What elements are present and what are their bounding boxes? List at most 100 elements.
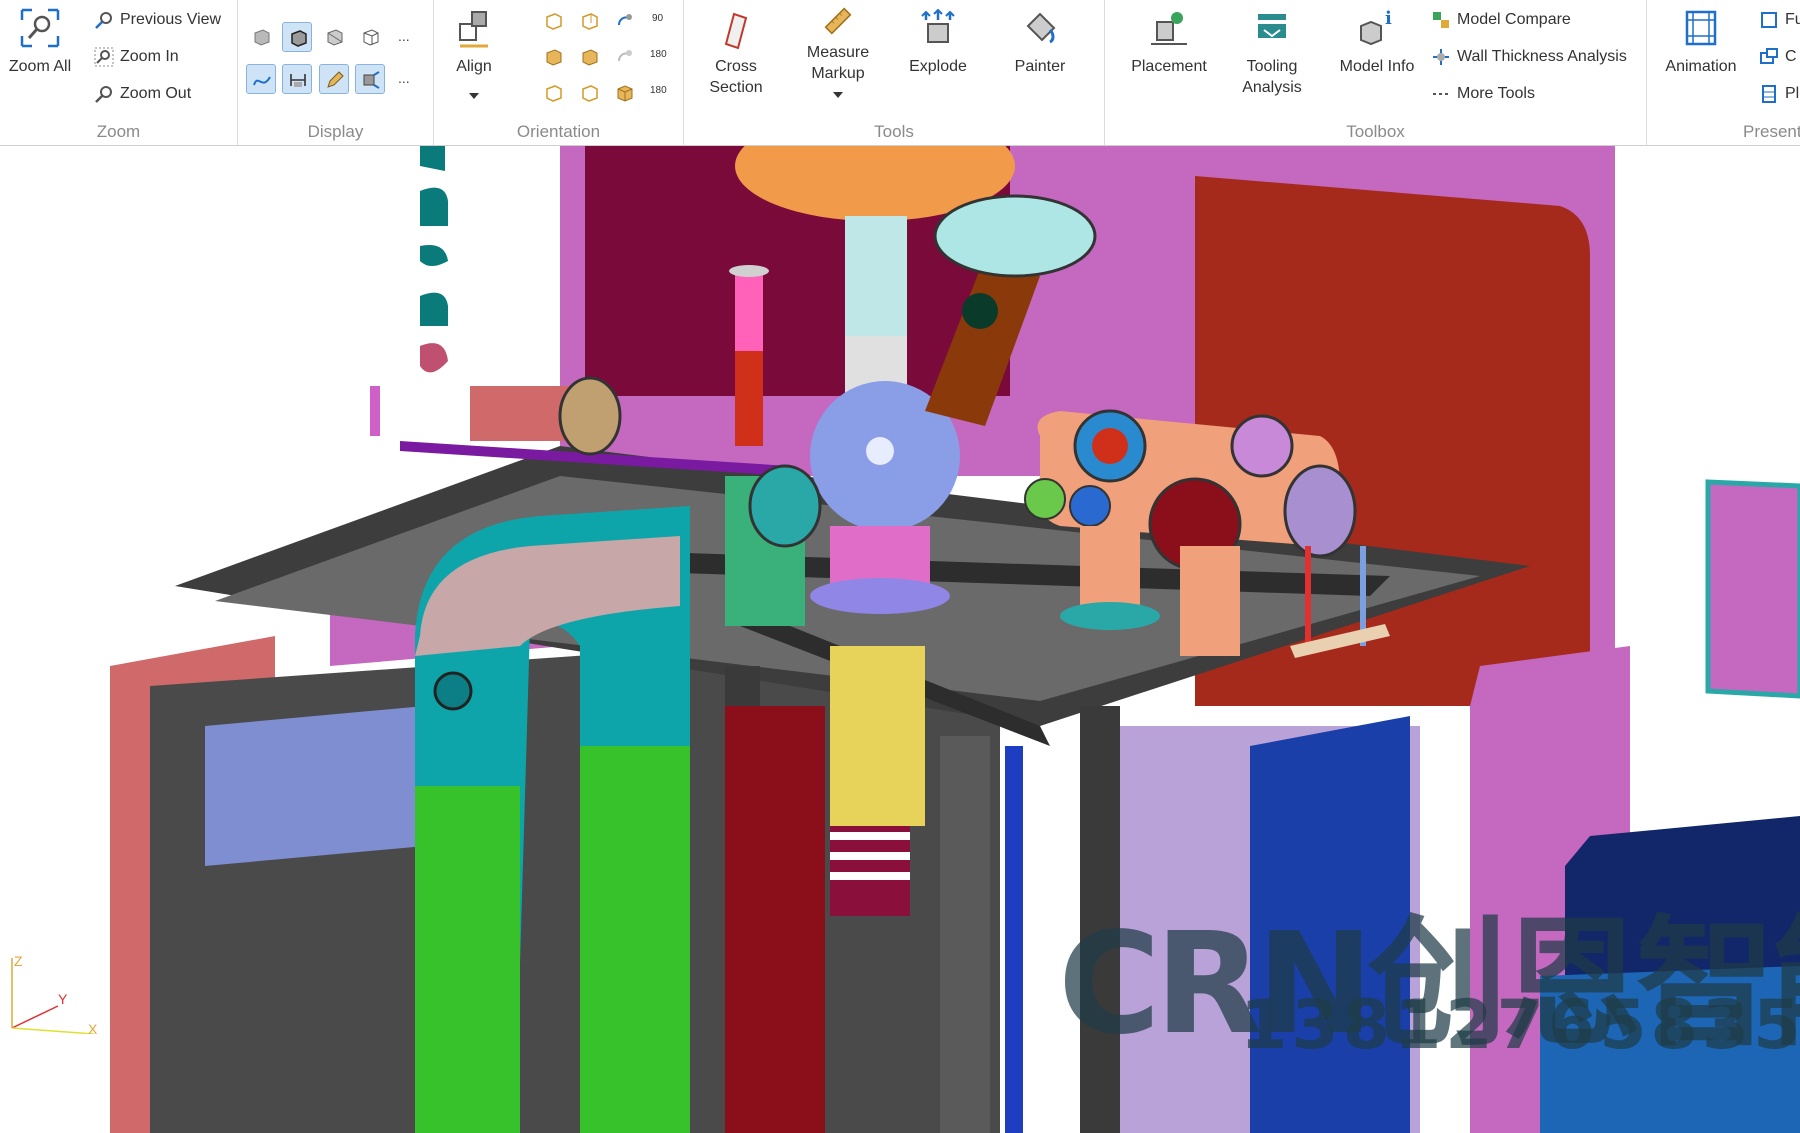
tooling-label-1: Tooling xyxy=(1246,58,1298,75)
ruler-icon xyxy=(824,7,852,35)
zoom-all-icon xyxy=(20,8,60,48)
y-axis-line xyxy=(11,1005,59,1029)
zoom-in-button[interactable]: Zoom In xyxy=(94,44,179,70)
display-group: ... ... Display xyxy=(238,0,434,145)
axis-triad: Z Y X xyxy=(11,954,98,1034)
view-bottom-button[interactable] xyxy=(574,78,604,108)
measure-label-2: Markup xyxy=(811,65,865,82)
wireframe-button[interactable] xyxy=(355,22,385,52)
presentation-group: Animation Fu C Pl Present xyxy=(1647,0,1800,145)
pencil-icon xyxy=(327,71,344,88)
cube-bottom-icon xyxy=(582,85,598,102)
explode-button[interactable]: Explode xyxy=(894,6,982,77)
model-viewport[interactable]: CRN创恩智能 13812765835 Z Y X xyxy=(0,146,1800,1133)
cross-section-icon xyxy=(724,12,748,50)
measure-dropdown-icon[interactable] xyxy=(833,92,843,98)
dimension-icon xyxy=(290,74,306,87)
display-more-top[interactable]: ... xyxy=(398,28,410,44)
painter-icon xyxy=(1026,12,1056,44)
present-item-1[interactable]: Fu xyxy=(1759,7,1800,33)
align-dropdown-icon[interactable] xyxy=(469,93,479,99)
orientation-group: Align 90 180 180 Orientation xyxy=(434,0,684,145)
cube-edges-icon xyxy=(291,30,307,47)
cube-front-icon xyxy=(546,13,562,30)
align-icon xyxy=(459,11,488,48)
view-iso-button[interactable] xyxy=(610,78,640,108)
ribbon-toolbar: Zoom All Previous View Zoom In Zoom Out … xyxy=(0,0,1800,146)
flip-icon xyxy=(618,50,632,62)
explode-icon xyxy=(921,8,955,43)
hidden-line-button[interactable] xyxy=(319,22,349,52)
curves-button[interactable] xyxy=(246,64,276,94)
measure-markup-button[interactable]: Measure Markup xyxy=(794,4,882,98)
cube-iso-icon xyxy=(617,85,633,102)
dimensions-button[interactable] xyxy=(282,64,312,94)
animation-label: Animation xyxy=(1665,58,1737,75)
pmi-icon xyxy=(363,71,380,89)
animation-button[interactable]: Animation xyxy=(1653,6,1749,77)
tools-group: Cross Section Measure Markup Explode Pai… xyxy=(684,0,1105,145)
pmi-display-button[interactable] xyxy=(355,64,385,94)
rotate-180-label[interactable]: 180 xyxy=(650,42,667,68)
zoom-group-label: Zoom xyxy=(96,122,141,141)
model-compare-label: Model Compare xyxy=(1457,11,1571,28)
capture-icon xyxy=(1760,47,1778,64)
markup-display-button[interactable] xyxy=(319,64,349,94)
tooling-analysis-button[interactable]: Tooling Analysis xyxy=(1227,6,1317,98)
align-button[interactable]: Align xyxy=(442,6,506,99)
zoom-out-button[interactable]: Zoom Out xyxy=(94,81,191,107)
axis-y-label: Y xyxy=(58,991,68,1007)
tooling-analysis-icon xyxy=(1258,14,1286,38)
shaded-view-button[interactable] xyxy=(246,22,276,52)
view-top-button[interactable] xyxy=(538,78,568,108)
zoom-all-button[interactable]: Zoom All xyxy=(4,6,76,77)
tools-group-label: Tools xyxy=(874,122,914,141)
view-right-button[interactable] xyxy=(574,42,604,72)
view-flip-button[interactable] xyxy=(610,42,640,72)
cross-section-button[interactable]: Cross Section xyxy=(692,6,780,98)
painter-button[interactable]: Painter xyxy=(996,6,1084,77)
display-more-bottom[interactable]: ... xyxy=(398,70,410,86)
zoom-out-label: Zoom Out xyxy=(120,85,192,102)
cube-hidden-icon xyxy=(327,29,343,46)
placement-icon xyxy=(1151,12,1187,45)
placement-button[interactable]: Placement xyxy=(1119,6,1219,77)
toolbox-group-label: Toolbox xyxy=(1346,122,1405,141)
view-left-button[interactable] xyxy=(538,42,568,72)
present-item-1-label: Fu xyxy=(1785,11,1800,28)
model-compare-button[interactable]: Model Compare xyxy=(1431,7,1571,33)
wall-thickness-label: Wall Thickness Analysis xyxy=(1457,48,1627,65)
present-item-2[interactable]: C xyxy=(1759,44,1797,70)
presentation-group-label: Present xyxy=(1743,122,1800,141)
shaded-edges-button[interactable] xyxy=(282,22,312,52)
x-axis-line xyxy=(11,1027,95,1034)
view-rotate-button[interactable] xyxy=(610,6,640,36)
present-item-3[interactable]: Pl xyxy=(1759,81,1799,107)
film-icon xyxy=(1685,10,1717,46)
previous-view-label: Previous View xyxy=(120,11,222,28)
previous-view-icon xyxy=(95,11,112,29)
axis-x-label: X xyxy=(88,1021,98,1034)
model-info-icon: i xyxy=(1360,8,1392,46)
watermark-phone: 13812765835 xyxy=(1240,986,1800,1065)
zoom-out-icon xyxy=(95,85,112,103)
previous-view-button[interactable]: Previous View xyxy=(94,7,221,33)
view-front-button[interactable] xyxy=(538,6,568,36)
cross-section-label-2: Section xyxy=(709,79,763,96)
measure-label-1: Measure xyxy=(806,44,870,61)
rotate-180b-label[interactable]: 180 xyxy=(650,78,667,104)
cube-wire-icon xyxy=(363,29,379,46)
view-back-button[interactable] xyxy=(574,6,604,36)
cross-section-label-1: Cross xyxy=(715,58,757,75)
rotate-90-label[interactable]: 90 xyxy=(652,6,663,32)
more-tools-button[interactable]: More Tools xyxy=(1431,81,1535,107)
more-tools-icon xyxy=(1433,92,1448,95)
cube-left-icon xyxy=(546,49,562,66)
toolbox-group: Placement Tooling Analysis i Model Info … xyxy=(1105,0,1647,145)
wall-thickness-button[interactable]: Wall Thickness Analysis xyxy=(1431,44,1627,70)
axis-z-label: Z xyxy=(14,954,23,969)
more-tools-label: More Tools xyxy=(1457,85,1535,102)
zoom-group: Zoom All Previous View Zoom In Zoom Out … xyxy=(0,0,238,145)
painter-label: Painter xyxy=(1014,58,1066,75)
model-info-button[interactable]: i Model Info xyxy=(1327,6,1427,77)
